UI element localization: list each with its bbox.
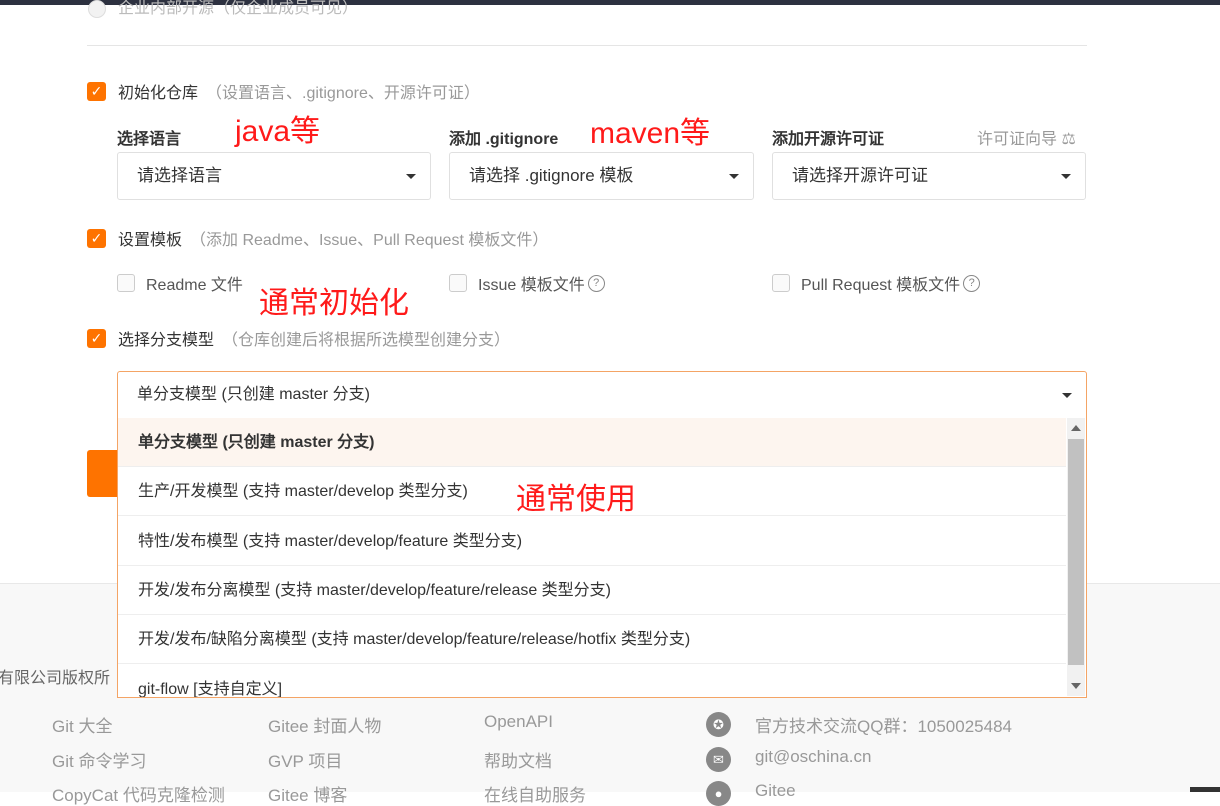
dropdown-scrollbar[interactable] — [1067, 418, 1085, 696]
dropdown-option[interactable]: git-flow [支持自定义] — [118, 665, 1066, 697]
footer-link[interactable]: Git 大全 — [52, 712, 112, 737]
template-hint: （添加 Readme、Issue、Pull Request 模板文件） — [190, 232, 549, 249]
help-icon[interactable]: ? — [587, 274, 605, 292]
template-checkbox-row[interactable]: ✓ 设置模板 （添加 Readme、Issue、Pull Request 模板文… — [87, 226, 548, 250]
weibo-icon: ● — [706, 781, 731, 806]
checkbox-checked-icon[interactable]: ✓ — [87, 228, 106, 248]
dropdown-option[interactable]: 开发/发布/缺陷分离模型 (支持 master/develop/feature/… — [118, 615, 1066, 664]
weibo-link[interactable]: Gitee — [755, 781, 796, 801]
email-icon: ✉ — [706, 747, 731, 772]
license-select[interactable]: 请选择开源许可证 — [772, 152, 1086, 200]
help-icon[interactable]: ? — [963, 274, 981, 292]
template-label: 设置模板 — [118, 232, 183, 249]
annotation-maven: maven等 — [590, 117, 711, 150]
init-repo-checkbox-row[interactable]: ✓ 初始化仓库 （设置语言、.gitignore、开源许可证） — [87, 79, 480, 103]
scroll-up-icon[interactable] — [1071, 425, 1081, 431]
pr-template-checkbox[interactable]: Pull Request 模板文件 ? — [772, 271, 981, 295]
dropdown-option[interactable]: 单分支模型 (只创建 master 分支) — [118, 418, 1066, 467]
branch-model-select[interactable]: 单分支模型 (只创建 master 分支) — [117, 371, 1087, 419]
issue-template-checkbox[interactable]: Issue 模板文件 ? — [449, 271, 605, 295]
dropdown-option[interactable]: 特性/发布模型 (支持 master/develop/feature 类型分支) — [118, 517, 1066, 566]
branch-model-checkbox-row[interactable]: ✓ 选择分支模型 （仓库创建后将根据所选模型创建分支） — [87, 326, 510, 350]
scroll-down-icon[interactable] — [1071, 683, 1081, 689]
caret-down-icon — [729, 174, 739, 179]
footer-link[interactable]: Gitee 博客 — [268, 781, 347, 806]
email-link[interactable]: git@oschina.cn — [755, 747, 872, 767]
enterprise-visibility-option[interactable]: 企业内部开源（仅企业成员可见） — [88, 0, 358, 18]
copyright-text: 有限公司版权所 — [0, 670, 111, 687]
footer-link[interactable]: 帮助文档 — [484, 747, 552, 772]
annotation-java: java等 — [235, 115, 321, 148]
annotation-init-usually: 通常初始化 — [259, 287, 409, 320]
scale-icon: ⚖ — [1061, 131, 1076, 148]
annotation-usually-use: 通常使用 — [516, 483, 636, 516]
readme-checkbox[interactable]: Readme 文件 — [117, 271, 243, 295]
qq-icon: ✪ — [706, 712, 731, 737]
radio-icon[interactable] — [88, 0, 106, 18]
footer-link[interactable]: Gitee 封面人物 — [268, 712, 381, 737]
caret-down-icon — [1061, 174, 1071, 179]
checkbox-checked-icon[interactable]: ✓ — [87, 81, 106, 101]
checkbox-icon[interactable] — [449, 274, 467, 292]
branch-model-label: 选择分支模型 — [118, 332, 215, 349]
dropdown-option[interactable]: 开发/发布分离模型 (支持 master/develop/feature/rel… — [118, 566, 1066, 615]
create-button[interactable] — [87, 450, 119, 497]
license-wizard-link[interactable]: 许可证向导 ⚖ — [977, 125, 1076, 149]
branch-model-hint: （仓库创建后将根据所选模型创建分支） — [222, 332, 511, 349]
init-repo-label: 初始化仓库 — [118, 85, 199, 102]
gitignore-select[interactable]: 请选择 .gitignore 模板 — [449, 152, 754, 200]
footer-link[interactable]: Git 命令学习 — [52, 747, 146, 772]
checkbox-checked-icon[interactable]: ✓ — [87, 328, 106, 348]
license-label: 添加开源许可证 — [772, 131, 885, 148]
language-label: 选择语言 — [117, 131, 182, 148]
scrollbar-thumb[interactable] — [1068, 439, 1084, 665]
footer-link[interactable]: OpenAPI — [484, 712, 553, 732]
caret-down-icon — [406, 174, 416, 179]
qq-group-text: 官方技术交流QQ群：1050025484 — [755, 717, 1012, 736]
gitignore-label: 添加 .gitignore — [449, 131, 559, 148]
checkbox-icon[interactable] — [117, 274, 135, 292]
init-repo-hint: （设置语言、.gitignore、开源许可证） — [206, 85, 480, 102]
footer-link[interactable]: 在线自助服务 — [484, 781, 586, 806]
branch-model-dropdown[interactable]: 单分支模型 (只创建 master 分支) 生产/开发模型 (支持 master… — [117, 418, 1087, 698]
checkbox-icon[interactable] — [772, 274, 790, 292]
divider — [87, 45, 1087, 46]
footer-link[interactable]: CopyCat 代码克隆检测 — [52, 781, 225, 806]
corner-widget — [1190, 787, 1220, 792]
language-select[interactable]: 请选择语言 — [117, 152, 431, 200]
footer-link[interactable]: GVP 项目 — [268, 747, 342, 772]
caret-down-icon — [1062, 393, 1072, 398]
